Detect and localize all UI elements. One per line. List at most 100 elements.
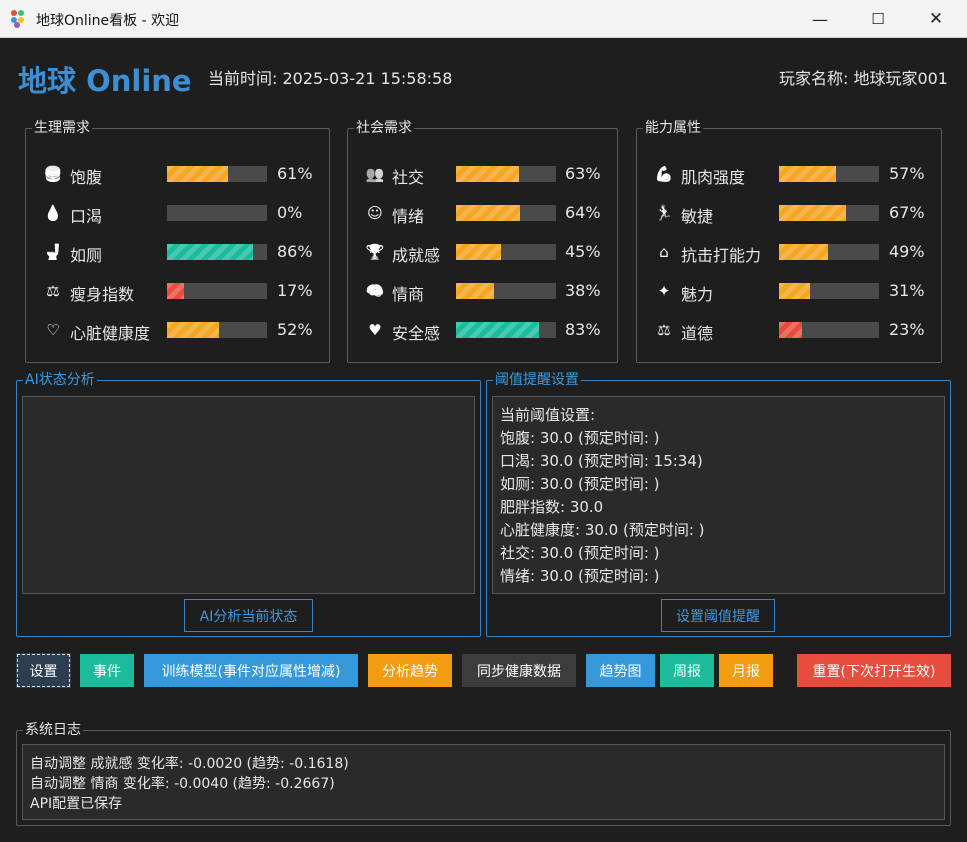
ai-output-area[interactable] [22, 396, 475, 594]
stat-percent: 23% [889, 320, 925, 339]
sparkle-icon: ✦ [657, 282, 671, 300]
house-icon: ⌂ [659, 243, 669, 261]
set-threshold-button[interactable]: 设置阈值提醒 [661, 599, 775, 632]
sync-health-button[interactable]: 同步健康数据 [462, 654, 576, 687]
stat-progress-bar [167, 244, 267, 260]
maximize-button[interactable]: ☐ [849, 0, 907, 38]
stat-label: 成就感 [392, 246, 441, 265]
threshold-line: 饱腹: 30.0 (预定时间: ) [500, 429, 660, 447]
muscle-icon: 💪 [654, 165, 674, 183]
stat-progress-fill [167, 283, 184, 299]
brain-icon: 🧠 [365, 282, 385, 300]
threshold-line: 社交: 30.0 (预定时间: ) [500, 544, 660, 562]
stat-row: 🏆 成就感 45% [348, 240, 617, 265]
log-line: 自动调整 情商 变化率: -0.0040 (趋势: -0.2667) [30, 776, 335, 792]
stat-label: 道德 [681, 324, 714, 343]
stat-row: ♥ 安全感 83% [348, 318, 617, 343]
stat-label: 情商 [392, 285, 425, 304]
heart-icon: ♡ [46, 321, 60, 339]
stat-row: ⚖ 瘦身指数 17% [26, 279, 329, 304]
stat-label: 魅力 [681, 285, 714, 304]
stat-group-title: 社会需求 [354, 120, 414, 136]
stat-label: 社交 [392, 168, 425, 187]
train-model-button[interactable]: 训练模型(事件对应属性增减) [144, 654, 358, 687]
stat-progress-fill [167, 322, 219, 338]
system-log-panel: 系统日志 自动调整 成就感 变化率: -0.0020 (趋势: -0.1618)… [16, 722, 951, 826]
stat-progress-fill [167, 166, 228, 182]
reset-button[interactable]: 重置(下次打开生效) [797, 654, 951, 687]
app-logo-icon [11, 10, 29, 28]
current-time: 当前时间: 2025-03-21 15:58:58 [208, 69, 453, 88]
stat-progress-bar [456, 283, 556, 299]
stat-row: ♡ 心脏健康度 52% [26, 318, 329, 343]
stat-row: 🚽 如厕 86% [26, 240, 329, 265]
stat-percent: 45% [565, 242, 601, 261]
stat-progress-bar [779, 283, 879, 299]
stat-row: ✦ 魅力 31% [637, 279, 941, 304]
weekly-report-button[interactable]: 周报 [660, 654, 714, 687]
threshold-panel: 阈值提醒设置 当前阈值设置: 饱腹: 30.0 (预定时间: ) 口渴: 30.0 … [486, 372, 951, 637]
threshold-line: 当前阈值设置: [500, 406, 596, 424]
stat-progress-fill [167, 244, 253, 260]
threshold-text-area[interactable]: 当前阈值设置: 饱腹: 30.0 (预定时间: ) 口渴: 30.0 (预定时间: … [492, 396, 945, 594]
analyze-trend-button[interactable]: 分析趋势 [368, 654, 452, 687]
threshold-line: 口渴: 30.0 (预定时间: 15:34) [500, 452, 703, 470]
stat-percent: 52% [277, 320, 313, 339]
droplet-icon: 💧 [43, 204, 63, 222]
toilet-icon: 🚽 [43, 243, 63, 261]
shield-heart-icon: ♥ [368, 321, 382, 339]
stat-progress-bar [456, 244, 556, 260]
burger-icon: 🍔 [43, 165, 63, 183]
stat-label: 肌肉强度 [681, 168, 746, 187]
minimize-button[interactable]: — [791, 0, 849, 38]
settings-button[interactable]: 设置 [16, 653, 71, 688]
log-line: 自动调整 成就感 变化率: -0.0020 (趋势: -0.1618) [30, 756, 349, 772]
threshold-line: 心脏健康度: 30.0 (预定时间: ) [500, 521, 705, 539]
stat-group-title: 生理需求 [32, 120, 92, 136]
trend-chart-button[interactable]: 趋势图 [586, 654, 655, 687]
threshold-line: 如厕: 30.0 (预定时间: ) [500, 475, 660, 493]
close-button[interactable]: ✕ [907, 0, 965, 38]
stat-percent: 57% [889, 164, 925, 183]
stat-label: 安全感 [392, 324, 441, 343]
stat-progress-fill [456, 205, 520, 221]
stat-row: 💧 口渴 0% [26, 201, 329, 226]
stat-percent: 38% [565, 281, 601, 300]
stat-label: 情绪 [392, 207, 425, 226]
stat-progress-fill [779, 283, 810, 299]
stat-percent: 49% [889, 242, 925, 261]
ai-panel-title: AI状态分析 [23, 372, 97, 388]
ai-analyze-button[interactable]: AI分析当前状态 [184, 599, 313, 632]
stat-progress-fill [456, 166, 519, 182]
stat-group-title: 能力属性 [643, 120, 703, 136]
stat-row: ☺ 情绪 64% [348, 201, 617, 226]
stat-progress-fill [779, 205, 846, 221]
stat-label: 心脏健康度 [70, 324, 151, 343]
stat-progress-bar [779, 205, 879, 221]
stat-progress-fill [456, 244, 501, 260]
stat-row: 🧠 情商 38% [348, 279, 617, 304]
balance-icon: ⚖ [657, 321, 671, 339]
stat-progress-bar [167, 322, 267, 338]
stat-percent: 17% [277, 281, 313, 300]
monthly-report-button[interactable]: 月报 [719, 654, 773, 687]
stat-label: 口渴 [70, 207, 103, 226]
stat-percent: 61% [277, 164, 313, 183]
stat-progress-bar [167, 205, 267, 221]
stat-progress-bar [456, 205, 556, 221]
stat-group-1: 社会需求 👥 社交 63% ☺ 情绪 64% 🏆 成就感 45% 🧠 情商 38% ♥ 安全感 83% [347, 120, 618, 363]
stat-progress-bar [779, 166, 879, 182]
window-title: 地球Online看板 - 欢迎 [36, 13, 180, 29]
stat-row: 🍔 饱腹 61% [26, 162, 329, 187]
stat-progress-fill [779, 244, 828, 260]
stat-label: 瘦身指数 [70, 285, 135, 304]
system-log-area[interactable]: 自动调整 成就感 变化率: -0.0020 (趋势: -0.1618) 自动调整 … [22, 744, 945, 820]
log-line: API配置已保存 [30, 796, 123, 812]
stat-percent: 63% [565, 164, 601, 183]
threshold-line: 情绪: 30.0 (预定时间: ) [500, 567, 660, 585]
stat-percent: 67% [889, 203, 925, 222]
events-button[interactable]: 事件 [80, 654, 134, 687]
stat-percent: 86% [277, 242, 313, 261]
stat-progress-fill [456, 322, 539, 338]
ai-analysis-panel: AI状态分析 AI分析当前状态 [16, 372, 481, 637]
